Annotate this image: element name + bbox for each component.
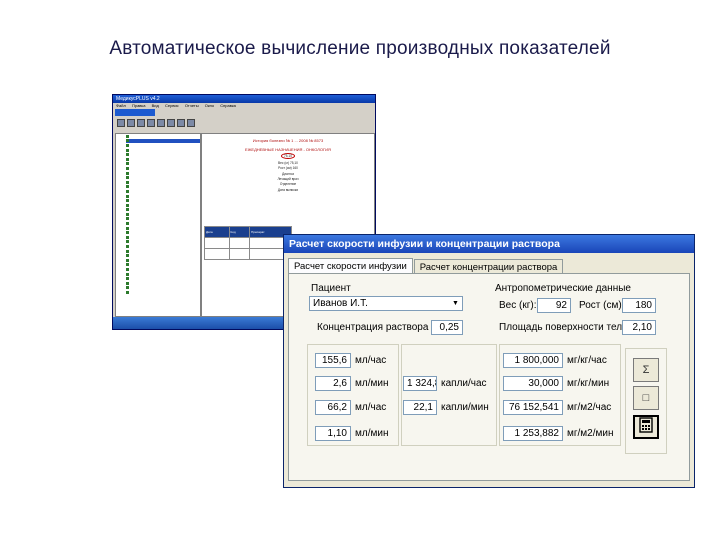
prescriptions-table: Дата Код Препарат bbox=[204, 226, 292, 260]
rate2-ml-min-unit: мл/мин bbox=[355, 428, 389, 439]
menu-item[interactable]: Окно bbox=[205, 103, 214, 108]
menu-item[interactable]: Справка bbox=[220, 103, 236, 108]
rate2-ml-hour-unit: мл/час bbox=[355, 402, 387, 413]
record-line: Рост (см) 160 bbox=[278, 166, 298, 171]
dose-mgm2-min-field[interactable]: 1 253,882 bbox=[503, 426, 563, 441]
table-row bbox=[204, 237, 292, 249]
back-icon[interactable] bbox=[117, 119, 125, 127]
edit-icon[interactable] bbox=[167, 119, 175, 127]
rate2-ml-min-field[interactable]: 1,10 bbox=[315, 426, 351, 441]
document-icon[interactable] bbox=[187, 119, 195, 127]
tree-node[interactable] bbox=[126, 290, 200, 295]
table-header: Дата bbox=[204, 226, 230, 238]
dialog-title: Расчет скорости инфузии и концентрации р… bbox=[284, 235, 694, 253]
calculator-glyph bbox=[639, 417, 653, 433]
rate-ml-min-unit: мл/мин bbox=[355, 378, 389, 389]
drops-min-unit: капли/мин bbox=[441, 402, 489, 413]
menu-item[interactable]: Сервис bbox=[165, 103, 179, 108]
dose-mgm2-min-unit: мг/м2/мин bbox=[567, 428, 614, 439]
weight-field[interactable]: 92 bbox=[537, 298, 571, 313]
infusion-calc-dialog: Расчет скорости инфузии и концентрации р… bbox=[283, 234, 695, 488]
sigma-icon[interactable]: Σ bbox=[633, 358, 659, 382]
record-subheading: ЕЖЕДНЕВНЫЕ НАЗНАЧЕНИЯ - ОНКОЛОГИЯ bbox=[245, 147, 331, 152]
record-heading: История болезни № 1 ... 2008 № 8573 bbox=[252, 138, 324, 143]
record-line: Диагноз bbox=[282, 171, 294, 176]
dose-mgkg-min-field[interactable]: 30,000 bbox=[503, 376, 563, 391]
record-line: Дата выписки bbox=[277, 187, 299, 192]
weight-label: Вес (кг): bbox=[499, 300, 537, 311]
dose-mgkg-min-unit: мг/кг/мин bbox=[567, 378, 610, 389]
calculator-icon[interactable] bbox=[633, 415, 659, 439]
save-icon[interactable] bbox=[147, 119, 155, 127]
app-title-bar: МедикусPLUS v4.2 bbox=[113, 95, 375, 103]
patient-label: Пациент bbox=[311, 283, 351, 294]
dose-mgkg-hour-field[interactable]: 1 800,000 bbox=[503, 353, 563, 368]
rate-drops-group bbox=[401, 344, 497, 446]
drops-hour-field[interactable]: 1 324,8 bbox=[403, 376, 437, 391]
concentration-label: Концентрация раствора в % bbox=[317, 322, 449, 333]
menu-item[interactable]: Файл bbox=[116, 103, 126, 108]
folder-icon[interactable] bbox=[157, 119, 165, 127]
address-bar[interactable] bbox=[115, 109, 155, 116]
drops-hour-unit: капли/час bbox=[441, 378, 487, 389]
bsa-field[interactable]: 2,10 bbox=[622, 320, 656, 335]
dialog-tabs: Расчет скорости инфузии Расчет концентра… bbox=[288, 258, 564, 276]
height-field[interactable]: 180 bbox=[622, 298, 656, 313]
slide-title: Автоматическое вычисление производных по… bbox=[109, 38, 611, 59]
anthropometric-label: Антропометрические данные bbox=[495, 283, 631, 294]
highlighted-weight: 75,10 bbox=[281, 153, 295, 160]
concentration-field[interactable]: 0,25 bbox=[431, 320, 463, 335]
forward-icon[interactable] bbox=[127, 119, 135, 127]
table-header: Код bbox=[228, 226, 251, 238]
infusion-tab-pane: Пациент Иванов И.Т. ▼ Концентрация раств… bbox=[288, 273, 690, 481]
record-line: Отделение bbox=[279, 182, 297, 187]
chevron-down-icon[interactable]: ▼ bbox=[450, 298, 461, 309]
height-label: Рост (см): bbox=[579, 300, 625, 311]
rate-ml-hour-field[interactable]: 155,6 bbox=[315, 353, 351, 368]
menu-item[interactable]: Вид bbox=[152, 103, 159, 108]
rate-ml-hour-unit: мл/час bbox=[355, 355, 387, 366]
menu-item[interactable]: Отчеты bbox=[185, 103, 199, 108]
drops-min-field[interactable]: 22,1 bbox=[403, 400, 437, 415]
record-line: Лечащий врач bbox=[277, 176, 299, 181]
app-menu-bar: Файл Правка Вид Сервис Отчеты Окно Справ… bbox=[113, 103, 375, 109]
find-icon[interactable] bbox=[177, 119, 185, 127]
dose-mgkg-hour-unit: мг/кг/час bbox=[567, 355, 607, 366]
menu-item[interactable]: Правка bbox=[132, 103, 146, 108]
rate-ml-min-field[interactable]: 2,6 bbox=[315, 376, 351, 391]
dose-mgm2-hour-field[interactable]: 76 152,541 bbox=[503, 400, 563, 415]
dose-mgm2-hour-unit: мг/м2/час bbox=[567, 402, 612, 413]
print-icon[interactable] bbox=[137, 119, 145, 127]
table-row bbox=[204, 248, 292, 260]
patient-value: Иванов И.Т. bbox=[313, 298, 368, 309]
app-toolbar bbox=[113, 116, 375, 130]
records-tree[interactable] bbox=[115, 133, 201, 317]
record-line: Вес (кг) 75,10 bbox=[278, 160, 298, 165]
rate2-ml-hour-field[interactable]: 66,2 bbox=[315, 400, 351, 415]
clear-icon[interactable]: □ bbox=[633, 386, 659, 410]
patient-combo[interactable]: Иванов И.Т. ▼ bbox=[309, 296, 463, 311]
